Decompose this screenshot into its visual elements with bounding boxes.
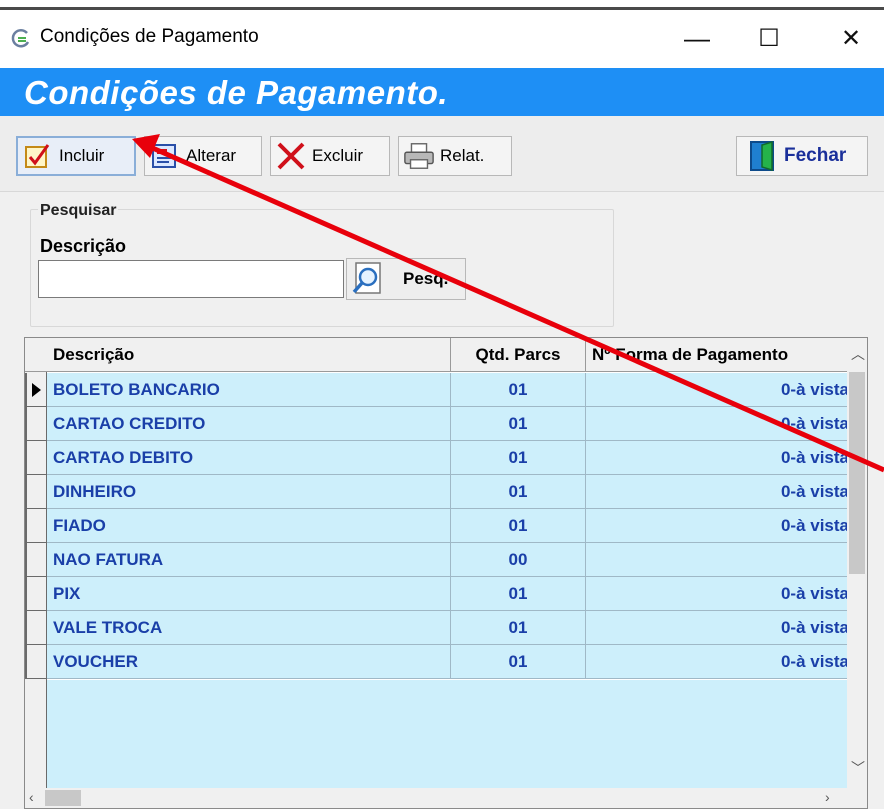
cell-qtd-parcs[interactable]: 01: [451, 611, 586, 645]
cell-descricao[interactable]: PIX: [47, 577, 451, 611]
description-field-label: Descrição: [40, 236, 127, 256]
toolbar: Incluir Alterar Excluir Relat. Fechar: [0, 116, 884, 192]
scroll-right-icon[interactable]: ›: [825, 789, 830, 805]
row-indicator[interactable]: [25, 645, 47, 679]
column-header-qtd-parcs[interactable]: Qtd. Parcs: [451, 338, 586, 372]
cell-descricao[interactable]: VOUCHER: [47, 645, 451, 679]
cell-descricao[interactable]: NAO FATURA: [47, 543, 451, 577]
payment-conditions-grid: Descrição Qtd. Parcs Nº Forma de Pagamen…: [24, 337, 868, 809]
table-row[interactable]: FIADO 01 0-à vista: [25, 509, 849, 543]
alterar-button[interactable]: Alterar: [144, 136, 262, 176]
row-indicator[interactable]: [25, 373, 47, 407]
table-row[interactable]: VOUCHER 01 0-à vista: [25, 645, 849, 679]
relat-button[interactable]: Relat.: [398, 136, 512, 176]
cell-descricao[interactable]: CARTAO DEBITO: [47, 441, 451, 475]
maximize-icon: ☐: [758, 24, 780, 52]
horizontal-scroll-thumb[interactable]: [45, 790, 81, 806]
table-row[interactable]: DINHEIRO 01 0-à vista: [25, 475, 849, 509]
cell-qtd-parcs[interactable]: 01: [451, 577, 586, 611]
row-indicator[interactable]: [25, 577, 47, 611]
horizontal-scrollbar[interactable]: ‹ ›: [25, 788, 867, 808]
app-logo-icon: [11, 28, 30, 48]
column-header-descricao[interactable]: Descrição: [47, 338, 451, 372]
grid-header: Descrição Qtd. Parcs Nº Forma de Pagamen…: [25, 338, 849, 372]
row-indicator[interactable]: [25, 441, 47, 475]
incluir-button[interactable]: Incluir: [16, 136, 136, 176]
edit-doc-icon: [149, 140, 181, 172]
cell-qtd-parcs[interactable]: 00: [451, 543, 586, 577]
row-indicator[interactable]: [25, 611, 47, 645]
window-top-border: [0, 0, 884, 10]
row-indicator[interactable]: [25, 543, 47, 577]
cell-descricao[interactable]: FIADO: [47, 509, 451, 543]
window-title: Condições de Pagamento: [40, 26, 259, 47]
vertical-scroll-thumb[interactable]: [849, 372, 865, 574]
vertical-scrollbar[interactable]: ︿ ﹀: [847, 338, 867, 790]
grid-rows: BOLETO BANCARIO 01 0-à vista CARTAO CREDITO…: [25, 373, 849, 679]
cell-qtd-parcs[interactable]: 01: [451, 441, 586, 475]
description-search-input[interactable]: [38, 260, 344, 298]
minimize-icon: —: [684, 22, 710, 53]
header-band: Condições de Pagamento.: [0, 68, 884, 116]
fechar-button[interactable]: Fechar: [736, 136, 868, 176]
incluir-label: Incluir: [59, 146, 105, 165]
alterar-label: Alterar: [186, 146, 237, 165]
printer-icon: [403, 140, 435, 172]
row-indicator[interactable]: [25, 509, 47, 543]
cell-descricao[interactable]: BOLETO BANCARIO: [47, 373, 451, 407]
cell-forma-pagamento[interactable]: 0-à vista: [586, 611, 849, 645]
pesquisar-button[interactable]: Pesq.: [346, 258, 466, 300]
table-row[interactable]: CARTAO DEBITO 01 0-à vista: [25, 441, 849, 475]
excluir-label: Excluir: [312, 146, 364, 165]
cell-forma-pagamento[interactable]: 0-à vista: [586, 645, 849, 679]
cell-qtd-parcs[interactable]: 01: [451, 373, 586, 407]
cell-qtd-parcs[interactable]: 01: [451, 475, 586, 509]
table-row[interactable]: NAO FATURA 00: [25, 543, 849, 577]
title-bar: Condições de Pagamento — ☐ ✕: [0, 10, 884, 68]
cell-descricao[interactable]: CARTAO CREDITO: [47, 407, 451, 441]
table-row[interactable]: BOLETO BANCARIO 01 0-à vista: [25, 373, 849, 407]
minimize-button[interactable]: —: [672, 18, 722, 58]
cell-forma-pagamento[interactable]: 0-à vista: [586, 577, 849, 611]
table-row[interactable]: VALE TROCA 01 0-à vista: [25, 611, 849, 645]
cell-forma-pagamento[interactable]: [586, 543, 849, 577]
row-indicator[interactable]: [25, 475, 47, 509]
scroll-left-icon[interactable]: ‹: [29, 789, 34, 805]
cell-forma-pagamento[interactable]: 0-à vista: [586, 373, 849, 407]
grid-empty-area: [47, 680, 849, 790]
column-header-forma-pagamento[interactable]: Nº Forma de Pagamento: [586, 338, 849, 372]
close-button[interactable]: ✕: [826, 18, 876, 58]
fechar-label: Fechar: [784, 145, 847, 166]
row-indicator[interactable]: [25, 407, 47, 441]
red-x-icon: [275, 140, 307, 172]
cell-qtd-parcs[interactable]: 01: [451, 407, 586, 441]
cell-forma-pagamento[interactable]: 0-à vista: [586, 407, 849, 441]
checkmark-doc-icon: [22, 140, 54, 172]
cell-qtd-parcs[interactable]: 01: [451, 509, 586, 543]
excluir-button[interactable]: Excluir: [270, 136, 390, 176]
current-row-arrow-icon: [32, 383, 41, 397]
cell-qtd-parcs[interactable]: 01: [451, 645, 586, 679]
door-exit-icon: [747, 140, 779, 172]
scroll-down-icon[interactable]: ﹀: [851, 758, 865, 778]
table-row[interactable]: CARTAO CREDITO 01 0-à vista: [25, 407, 849, 441]
cell-descricao[interactable]: VALE TROCA: [47, 611, 451, 645]
close-icon: ✕: [840, 24, 862, 52]
magnifier-icon: [347, 259, 387, 299]
cell-descricao[interactable]: DINHEIRO: [47, 475, 451, 509]
page-title: Condições de Pagamento.: [24, 74, 449, 111]
scroll-up-icon[interactable]: ︿: [851, 344, 865, 364]
maximize-button[interactable]: ☐: [744, 18, 794, 58]
table-row[interactable]: PIX 01 0-à vista: [25, 577, 849, 611]
cell-forma-pagamento[interactable]: 0-à vista: [586, 441, 849, 475]
pesquisar-label: Pesq.: [403, 269, 449, 288]
search-group-label: Pesquisar: [38, 202, 119, 220]
relat-label: Relat.: [440, 146, 485, 165]
cell-forma-pagamento[interactable]: 0-à vista: [586, 475, 849, 509]
cell-forma-pagamento[interactable]: 0-à vista: [586, 509, 849, 543]
payment-conditions-window: Condições de Pagamento — ☐ ✕ Condições d…: [0, 0, 884, 809]
